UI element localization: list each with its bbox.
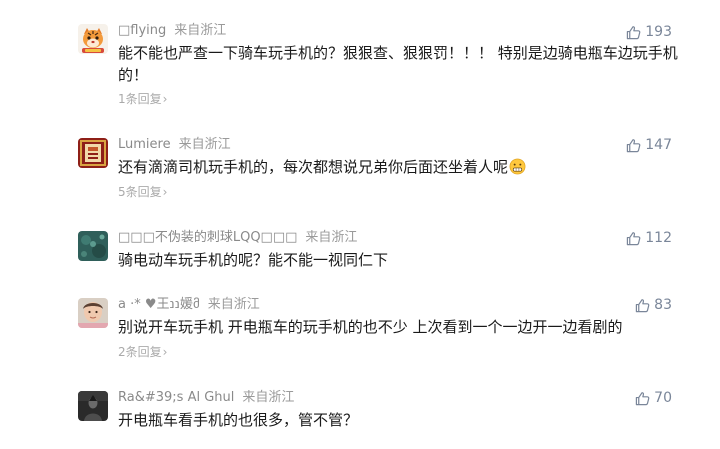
comment-text: 能不能也严查一下骑车玩手机的？狠狠查、狠狠罚！！！ 特别是边骑电瓶车边玩手机的！: [118, 44, 678, 84]
chevron-right-icon: ›: [162, 185, 168, 199]
avatar[interactable]: [78, 138, 108, 168]
replies-link[interactable]: 2条回复›: [118, 344, 167, 360]
thumbs-up-icon: [626, 138, 641, 153]
comment-meta: □flying 来自浙江: [118, 23, 226, 39]
comment-text: 别说开车玩手机 开电瓶车的玩手机的也不少 上次看到一个一边开一边看剧的: [118, 318, 623, 336]
thumbs-up-icon: [635, 391, 650, 406]
avatar[interactable]: [78, 391, 108, 421]
replies-count: 2条回复: [118, 345, 162, 359]
chevron-right-icon: ›: [162, 345, 168, 359]
like-count: 70: [654, 390, 672, 406]
comment-text: 骑电动车玩手机的呢？能不能一视同仁下: [118, 251, 389, 269]
comment-meta: Lumiere 来自浙江: [118, 137, 231, 153]
location-label: 来自浙江: [174, 23, 227, 38]
comment-list: □flying 来自浙江 193 能不能也严查一下骑车玩手机的？狠狠查、狠狠罚！！…: [0, 0, 720, 449]
avatar[interactable]: [78, 298, 108, 328]
chevron-right-icon: ›: [162, 92, 168, 106]
replies-link[interactable]: 1条回复›: [118, 91, 167, 107]
like-count: 112: [645, 230, 672, 246]
like-button[interactable]: 70: [635, 389, 672, 407]
username[interactable]: □□□不伪装的刺球LQQ□□□: [118, 230, 297, 245]
avatar[interactable]: [78, 24, 108, 54]
thumbs-up-icon: [626, 25, 641, 40]
replies-link[interactable]: 5条回复›: [118, 184, 167, 200]
location-label: 来自浙江: [207, 297, 260, 312]
like-button[interactable]: 112: [626, 229, 672, 247]
like-count: 193: [645, 24, 672, 40]
comment-text: 开电瓶车看手机的也很多，管不管？: [118, 411, 359, 429]
comment-meta: Ra&#39;s Al Ghul 来自浙江: [118, 390, 294, 406]
red-gold-frame-avatar-icon: [78, 138, 108, 168]
location-label: 来自浙江: [178, 137, 231, 152]
username[interactable]: Ra&#39;s Al Ghul: [118, 390, 234, 405]
like-button[interactable]: 193: [626, 23, 672, 41]
username[interactable]: □flying: [118, 23, 166, 38]
like-count: 83: [654, 297, 672, 313]
dark-figure-avatar-icon: [78, 391, 108, 421]
replies-count: 1条回复: [118, 92, 162, 106]
comment-text-body: 还有滴滴司机玩手机的，每次都想说兄弟你后面还坐着人呢: [118, 158, 509, 176]
like-button[interactable]: 83: [635, 296, 672, 314]
username[interactable]: Lumiere: [118, 137, 171, 152]
username[interactable]: a ·* ♥王ננ媛მ: [118, 297, 200, 312]
grimace-emoji-icon: [509, 158, 526, 175]
location-label: 来自浙江: [305, 230, 358, 245]
like-count: 147: [645, 137, 672, 153]
comment-text: 还有滴滴司机玩手机的，每次都想说兄弟你后面还坐着人呢: [118, 156, 678, 178]
teal-texture-avatar-icon: [78, 231, 108, 261]
comment-meta: □□□不伪装的刺球LQQ□□□ 来自浙江: [118, 230, 357, 246]
avatar[interactable]: [78, 231, 108, 261]
thumbs-up-icon: [635, 298, 650, 313]
like-button[interactable]: 147: [626, 136, 672, 154]
comment-meta: a ·* ♥王ננ媛მ 来自浙江: [118, 297, 260, 313]
thumbs-up-icon: [626, 231, 641, 246]
tiger-cartoon-avatar-icon: [78, 24, 108, 54]
replies-count: 5条回复: [118, 185, 162, 199]
location-label: 来自浙江: [242, 390, 295, 405]
child-photo-avatar-icon: [78, 298, 108, 328]
